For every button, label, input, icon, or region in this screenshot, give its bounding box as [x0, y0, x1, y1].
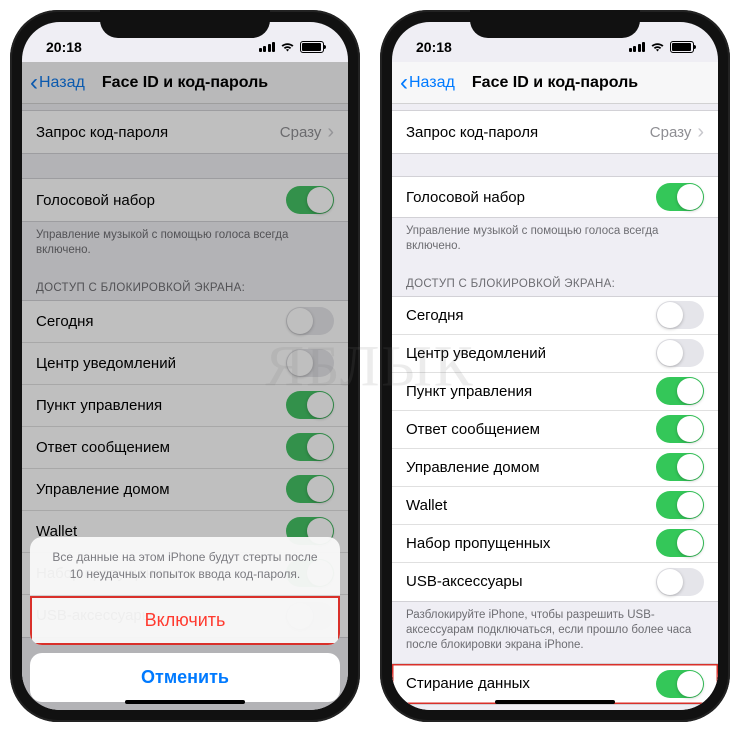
screen-left: 20:18 ‹ Назад Face ID и код-пароль Запро…: [22, 22, 348, 710]
chevron-left-icon: ‹: [400, 71, 408, 95]
back-label: Назад: [409, 74, 455, 92]
lock-access-footer: Разблокируйте iPhone, чтобы разрешить US…: [392, 602, 718, 663]
row-today[interactable]: Сегодня: [22, 301, 348, 343]
status-icons: [629, 41, 695, 53]
home-indicator[interactable]: [125, 700, 245, 704]
notch: [100, 10, 270, 38]
row-label: Сегодня: [36, 313, 94, 330]
row-label: Запрос код-пароля: [406, 124, 538, 141]
row-label: Управление домом: [406, 459, 540, 476]
toggle-voice-dialing[interactable]: [286, 186, 334, 214]
row-erase-data[interactable]: Стирание данных: [392, 664, 718, 704]
row-label: Запрос код-пароля: [36, 124, 168, 141]
row-label: Голосовой набор: [36, 192, 155, 209]
status-icons: [259, 41, 325, 53]
toggle[interactable]: [656, 529, 704, 557]
page-title: Face ID и код-пароль: [102, 74, 268, 92]
row-control-center[interactable]: Пункт управления: [392, 373, 718, 411]
cellular-icon: [259, 42, 276, 52]
row-label: Управление домом: [36, 481, 170, 498]
row-passcode-request[interactable]: Запрос код-пароля Сразу ›: [22, 111, 348, 153]
action-sheet: Все данные на этом iPhone будут стерты п…: [30, 537, 340, 702]
row-label: Ответ сообщением: [406, 421, 540, 438]
toggle[interactable]: [286, 349, 334, 377]
row-reply-message[interactable]: Ответ сообщением: [392, 411, 718, 449]
row-value: Сразу ›: [280, 121, 334, 144]
row-label: Wallet: [406, 497, 447, 514]
row-notification-center[interactable]: Центр уведомлений: [392, 335, 718, 373]
row-label: USB-аксессуары: [406, 573, 523, 590]
row-label: Центр уведомлений: [406, 345, 546, 362]
toggle[interactable]: [286, 391, 334, 419]
row-today[interactable]: Сегодня: [392, 297, 718, 335]
back-button[interactable]: ‹ Назад: [30, 71, 85, 95]
row-label: Стирание данных: [406, 675, 530, 692]
phone-right: 20:18 ‹ Назад Face ID и код-пароль Запро…: [380, 10, 730, 722]
row-label: Голосовой набор: [406, 189, 525, 206]
nav-bar: ‹ Назад Face ID и код-пароль: [392, 62, 718, 104]
row-label: Пункт управления: [406, 383, 532, 400]
voice-dialing-footer: Управление музыкой с помощью голоса всег…: [22, 222, 348, 268]
back-label: Назад: [39, 74, 85, 92]
cellular-icon: [629, 42, 646, 52]
row-wallet[interactable]: Wallet: [392, 487, 718, 525]
toggle[interactable]: [656, 568, 704, 596]
toggle[interactable]: [656, 377, 704, 405]
row-value: Сразу ›: [650, 121, 704, 144]
chevron-left-icon: ‹: [30, 71, 38, 95]
row-control-center[interactable]: Пункт управления: [22, 385, 348, 427]
row-label: Ответ сообщением: [36, 439, 170, 456]
toggle-erase-data[interactable]: [656, 670, 704, 698]
toggle[interactable]: [286, 433, 334, 461]
lock-access-group: Сегодня Центр уведомлений Пункт управлен…: [392, 296, 718, 602]
row-label: Центр уведомлений: [36, 355, 176, 372]
row-passcode-request[interactable]: Запрос код-пароля Сразу ›: [392, 111, 718, 153]
phone-left: 20:18 ‹ Назад Face ID и код-пароль Запро…: [10, 10, 360, 722]
row-label: Набор пропущенных: [406, 535, 550, 552]
back-button[interactable]: ‹ Назад: [400, 71, 455, 95]
toggle[interactable]: [656, 301, 704, 329]
row-missed-calls[interactable]: Набор пропущенных: [392, 525, 718, 563]
chevron-right-icon: ›: [697, 121, 704, 144]
page-title: Face ID и код-пароль: [472, 74, 638, 92]
toggle-voice-dialing[interactable]: [656, 183, 704, 211]
toggle[interactable]: [656, 491, 704, 519]
toggle[interactable]: [656, 339, 704, 367]
row-notification-center[interactable]: Центр уведомлений: [22, 343, 348, 385]
home-indicator[interactable]: [495, 700, 615, 704]
row-label: Пункт управления: [36, 397, 162, 414]
toggle[interactable]: [286, 475, 334, 503]
lock-access-header: ДОСТУП С БЛОКИРОВКОЙ ЭКРАНА:: [22, 268, 348, 300]
voice-dialing-footer: Управление музыкой с помощью голоса всег…: [392, 218, 718, 264]
row-home-control[interactable]: Управление домом: [22, 469, 348, 511]
toggle[interactable]: [286, 307, 334, 335]
settings-content: Запрос код-пароля Сразу › Голосовой набо…: [392, 104, 718, 710]
sheet-message: Все данные на этом iPhone будут стерты п…: [30, 537, 340, 596]
row-label: Сегодня: [406, 307, 464, 324]
cancel-button[interactable]: Отменить: [30, 653, 340, 702]
battery-icon: [300, 41, 324, 53]
row-voice-dialing[interactable]: Голосовой набор: [22, 179, 348, 221]
erase-footer-1: Стирать все данные на этом iPhone после …: [392, 705, 718, 710]
wifi-icon: [650, 41, 665, 53]
battery-icon: [670, 41, 694, 53]
row-home-control[interactable]: Управление домом: [392, 449, 718, 487]
screen-right: 20:18 ‹ Назад Face ID и код-пароль Запро…: [392, 22, 718, 710]
lock-access-header: ДОСТУП С БЛОКИРОВКОЙ ЭКРАНА:: [392, 264, 718, 296]
wifi-icon: [280, 41, 295, 53]
status-time: 20:18: [46, 39, 82, 55]
notch: [470, 10, 640, 38]
enable-button[interactable]: Включить: [30, 596, 340, 645]
nav-bar: ‹ Назад Face ID и код-пароль: [22, 62, 348, 104]
row-voice-dialing[interactable]: Голосовой набор: [392, 177, 718, 217]
chevron-right-icon: ›: [327, 121, 334, 144]
toggle[interactable]: [656, 415, 704, 443]
toggle[interactable]: [656, 453, 704, 481]
status-time: 20:18: [416, 39, 452, 55]
row-usb-accessories[interactable]: USB-аксессуары: [392, 563, 718, 601]
row-reply-message[interactable]: Ответ сообщением: [22, 427, 348, 469]
